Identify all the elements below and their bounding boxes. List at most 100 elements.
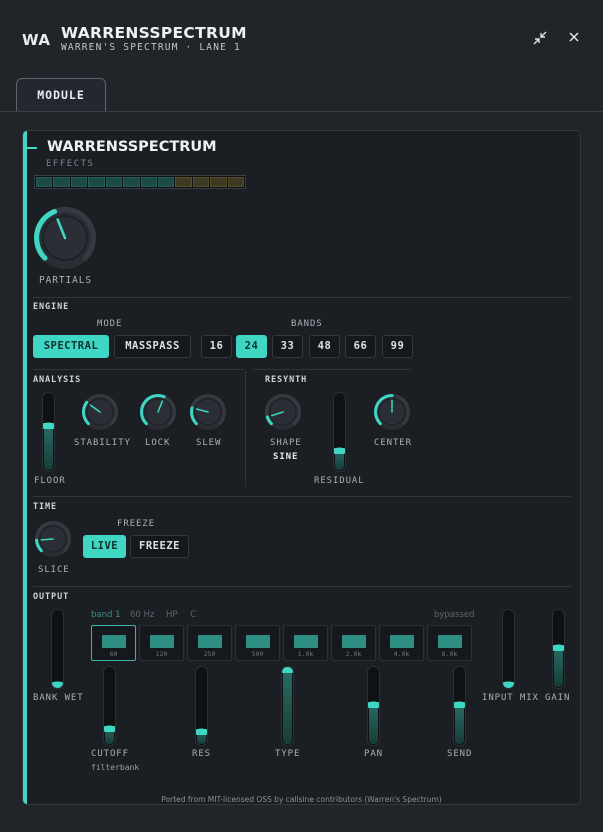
slider-thumb[interactable]: [104, 725, 115, 732]
band-frequency-label: 4.0k: [393, 650, 410, 658]
gain-label: GAIN: [545, 693, 571, 703]
slider-thumb[interactable]: [368, 702, 379, 709]
lock-label: LOCK: [145, 438, 171, 448]
cutoff-label: CUTOFF: [91, 749, 129, 759]
input-mix-slider[interactable]: [502, 609, 515, 689]
slider-thumb[interactable]: [282, 667, 293, 673]
meter-segment: [53, 177, 70, 187]
partials-label: PARTIALS: [39, 275, 92, 286]
pan-slider[interactable]: [367, 666, 380, 746]
meter-segment: [210, 177, 227, 187]
residual-slider[interactable]: [333, 392, 346, 472]
meter-segment: [192, 177, 210, 187]
meter-segment: [175, 177, 192, 187]
live-button[interactable]: LIVE: [83, 535, 126, 558]
slice-label: SLICE: [38, 565, 70, 575]
slew-knob[interactable]: [189, 393, 227, 431]
slider-thumb[interactable]: [454, 702, 465, 709]
bands-24-button[interactable]: 24: [236, 335, 267, 358]
band-frequency-label: 500: [251, 650, 264, 658]
band-freq: 60 Hz: [130, 610, 155, 620]
mode-spectral-button[interactable]: SPECTRAL: [33, 335, 109, 358]
slider-thumb[interactable]: [553, 645, 564, 652]
slider-thumb[interactable]: [43, 422, 54, 429]
shape-knob[interactable]: [264, 393, 302, 431]
bands-99-button[interactable]: 99: [382, 335, 413, 358]
center-knob[interactable]: [373, 393, 411, 431]
slider-thumb[interactable]: [503, 682, 514, 688]
bank-wet-slider[interactable]: [51, 609, 64, 689]
band-button[interactable]: 1.0k: [283, 625, 328, 661]
time-section-label: TIME: [33, 502, 58, 512]
band-gain-bar: [198, 635, 222, 648]
type-label: TYPE: [275, 749, 301, 759]
shape-value: SINE: [273, 452, 299, 462]
mode-label: MODE: [97, 319, 123, 329]
meter-segment: [36, 177, 53, 187]
band-type: HP: [166, 610, 178, 620]
slider-fill: [283, 667, 292, 744]
band-button[interactable]: 8.0k: [427, 625, 472, 661]
meter-segment: [123, 177, 140, 187]
divider: [33, 297, 571, 298]
band-button[interactable]: 500: [235, 625, 280, 661]
band-frequency-label: 250: [203, 650, 216, 658]
module-category: EFFECTS: [46, 159, 95, 169]
band-name: band 1: [91, 610, 121, 620]
send-label: SEND: [447, 749, 473, 759]
bands-label: BANDS: [291, 319, 323, 329]
freeze-label: FREEZE: [117, 519, 155, 529]
bands-33-button[interactable]: 33: [272, 335, 303, 358]
floor-slider[interactable]: [42, 392, 55, 472]
band-frequency-label: 8.0k: [441, 650, 458, 658]
bank-wet-label: BANK WET: [33, 693, 84, 703]
tab-divider: [0, 111, 603, 112]
send-slider[interactable]: [453, 666, 466, 746]
lock-knob[interactable]: [139, 393, 177, 431]
level-meter: [34, 175, 246, 189]
tab-bar: MODULE: [0, 78, 603, 112]
res-slider[interactable]: [195, 666, 208, 746]
gain-slider[interactable]: [552, 609, 565, 689]
close-icon[interactable]: [566, 31, 582, 47]
meter-segment: [157, 177, 175, 187]
slider-thumb[interactable]: [52, 682, 63, 688]
bands-66-button[interactable]: 66: [345, 335, 376, 358]
module-panel: WARRENSSPECTRUM EFFECTS PARTIALS ENGINE …: [22, 130, 581, 805]
divider: [33, 369, 244, 370]
bands-48-button[interactable]: 48: [309, 335, 340, 358]
band-button[interactable]: 4.0k: [379, 625, 424, 661]
band-button[interactable]: 60: [91, 625, 136, 661]
freeze-button[interactable]: FREEZE: [130, 535, 189, 558]
band-button[interactable]: 250: [187, 625, 232, 661]
engine-section-label: ENGINE: [33, 302, 70, 312]
band-button[interactable]: 120: [139, 625, 184, 661]
band-gain-bar: [294, 635, 318, 648]
cutoff-slider[interactable]: [103, 666, 116, 746]
slider-thumb[interactable]: [196, 729, 207, 736]
band-gain-bar: [246, 635, 270, 648]
meter-segment: [227, 177, 245, 187]
bands-16-button[interactable]: 16: [201, 335, 232, 358]
module-title: WARRENSSPECTRUM: [47, 139, 217, 155]
band-extra: C: [190, 610, 196, 620]
partials-knob[interactable]: [33, 206, 97, 270]
meter-segment: [140, 177, 157, 187]
mode-masspass-button[interactable]: MASSPASS: [114, 335, 191, 358]
stability-label: STABILITY: [74, 438, 131, 448]
collapse-icon[interactable]: [532, 31, 548, 47]
type-slider[interactable]: [281, 666, 294, 746]
window-header: WA WARRENSSPECTRUM WARREN'S SPECTRUM · L…: [0, 0, 603, 78]
input-mix-label: INPUT MIX: [482, 693, 539, 703]
collapse-tick-icon[interactable]: [27, 147, 37, 149]
stability-knob[interactable]: [81, 393, 119, 431]
band-frequency-label: 1.0k: [297, 650, 314, 658]
tab-module[interactable]: MODULE: [16, 78, 106, 112]
slice-knob[interactable]: [34, 520, 72, 558]
res-label: RES: [192, 749, 211, 759]
slider-thumb[interactable]: [334, 447, 345, 454]
band-status: bypassed: [434, 610, 475, 620]
band-button[interactable]: 2.0k: [331, 625, 376, 661]
meter-segment: [88, 177, 105, 187]
band-frequency-label: 120: [155, 650, 168, 658]
